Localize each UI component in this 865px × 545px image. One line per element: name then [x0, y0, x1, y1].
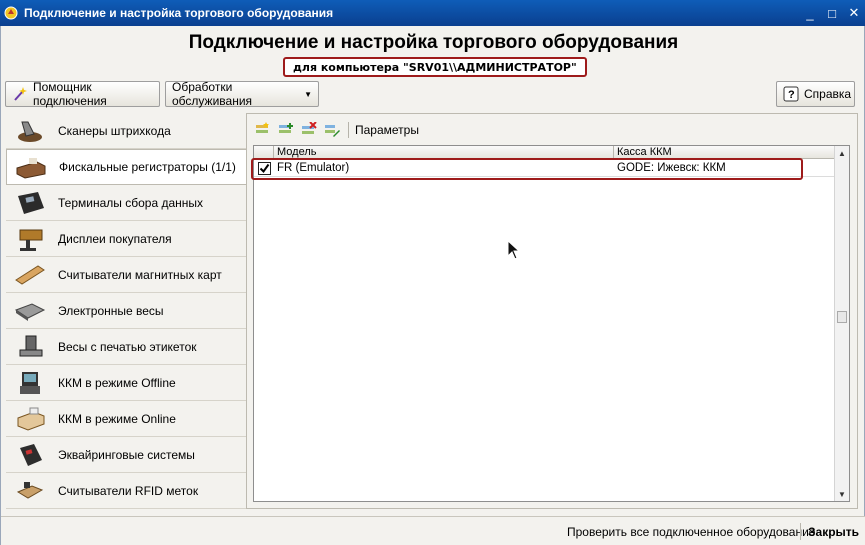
sidebar-item-label: Электронные весы — [58, 303, 164, 318]
scroll-thumb[interactable] — [837, 311, 847, 323]
sidebar-item-label: Терминалы сбора данных — [58, 195, 204, 210]
connection-wizard-button[interactable]: Помощник подключения — [5, 80, 160, 108]
help-icon: ? — [783, 86, 799, 102]
close-window-button[interactable]: ✕ — [843, 0, 865, 26]
sidebar-item-kkm-offline[interactable]: ККМ в режиме Offline — [6, 365, 246, 401]
sidebar-item-label: Эквайринговые системы — [58, 447, 195, 462]
sidebar-item-label: Дисплеи покупателя — [58, 231, 172, 246]
mouse-pointer-icon — [507, 240, 521, 260]
sidebar-item-barcode-scanners[interactable]: Сканеры штрихкода — [6, 113, 246, 149]
sidebar-item-kkm-online[interactable]: ККМ в режиме Online — [6, 401, 246, 437]
scales-icon — [12, 296, 48, 326]
kkm-offline-icon — [12, 368, 48, 398]
scroll-down-icon[interactable]: ▼ — [835, 487, 849, 501]
data-terminal-icon — [12, 188, 48, 218]
sidebar-item-label-scales[interactable]: Весы с печатью этикеток — [6, 329, 246, 365]
maximize-button[interactable]: □ — [821, 0, 843, 26]
wizard-wand-icon — [12, 86, 28, 102]
edit-icon[interactable] — [322, 121, 342, 139]
main-window: Подключение и настройка торгового оборуд… — [0, 26, 865, 545]
sidebar-item-card-readers[interactable]: Считыватели магнитных карт — [6, 257, 246, 293]
parameters-button[interactable]: Параметры — [355, 123, 419, 137]
label-scales-icon — [12, 332, 48, 362]
service-processing-label: Обработки обслуживания — [172, 80, 253, 108]
fiscal-registrar-icon — [13, 152, 49, 182]
sidebar-item-customer-displays[interactable]: Дисплеи покупателя — [6, 221, 246, 257]
equipment-type-sidebar: Сканеры штрихкода Фискальные регистратор… — [6, 113, 247, 509]
sidebar-item-label: ККМ в режиме Offline — [58, 375, 176, 390]
equipment-panel: Параметры Модель Касса ККМ FR (Emulator)… — [246, 113, 858, 509]
chevron-down-icon: ▼ — [304, 89, 312, 99]
computer-label: для компьютера "SRV01\\АДМИНИСТРАТОР" — [283, 57, 587, 77]
table-toolbar: Параметры — [253, 120, 419, 140]
sidebar-item-acquiring[interactable]: Эквайринговые системы — [6, 437, 246, 473]
minimize-button[interactable]: _ — [799, 0, 821, 26]
acquiring-terminal-icon — [12, 440, 48, 470]
sidebar-item-label: Считыватели RFID меток — [58, 483, 199, 498]
sidebar-item-label: Фискальные регистраторы (1/1) — [59, 160, 236, 174]
page-title: Подключение и настройка торгового оборуд… — [188, 32, 679, 53]
sidebar-item-data-terminals[interactable]: Терминалы сбора данных — [6, 185, 246, 221]
app-icon — [4, 6, 18, 20]
sidebar-item-rfid-readers[interactable]: Считыватели RFID меток — [6, 473, 246, 509]
help-label: Справка — [804, 87, 852, 101]
service-processing-dropdown[interactable]: Обработки обслуживания ▼ — [165, 80, 319, 108]
sidebar-item-label: Считыватели магнитных карт — [58, 267, 222, 282]
sidebar-item-label: ККМ в режиме Online — [58, 411, 176, 426]
rfid-reader-icon — [12, 476, 48, 506]
table-vertical-scrollbar[interactable]: ▲ ▼ — [834, 146, 849, 501]
sidebar-item-fiscal-registrars[interactable]: Фискальные регистраторы (1/1) — [6, 149, 247, 185]
customer-display-icon — [12, 224, 48, 254]
footer-bar: Проверить все подключенное оборудование … — [1, 516, 865, 545]
check-all-equipment-button[interactable]: Проверить все подключенное оборудование — [567, 525, 815, 539]
sidebar-item-label: Сканеры штрихкода — [58, 123, 171, 138]
add-copy-icon[interactable] — [276, 121, 296, 139]
help-button[interactable]: ? Справка — [776, 81, 855, 107]
toolbar-separator — [348, 122, 349, 138]
svg-text:?: ? — [788, 89, 795, 101]
delete-icon[interactable] — [299, 121, 319, 139]
scroll-up-icon[interactable]: ▲ — [835, 146, 849, 160]
window-titlebar: Подключение и настройка торгового оборуд… — [0, 0, 865, 26]
equipment-table: Модель Касса ККМ FR (Emulator) GODE: Иже… — [251, 145, 850, 502]
close-button[interactable]: Закрыть — [808, 525, 859, 539]
sidebar-item-scales[interactable]: Электронные весы — [6, 293, 246, 329]
sidebar-item-label: Весы с печатью этикеток — [58, 339, 197, 354]
barcode-scanner-icon — [12, 116, 48, 146]
connection-wizard-label: Помощник подключения — [33, 80, 107, 108]
card-reader-icon — [12, 260, 48, 290]
footer-separator — [800, 523, 801, 540]
add-icon[interactable] — [253, 121, 273, 139]
kkm-online-icon — [12, 404, 48, 434]
row-highlight-frame — [251, 158, 803, 180]
window-title: Подключение и настройка торгового оборуд… — [24, 6, 334, 20]
